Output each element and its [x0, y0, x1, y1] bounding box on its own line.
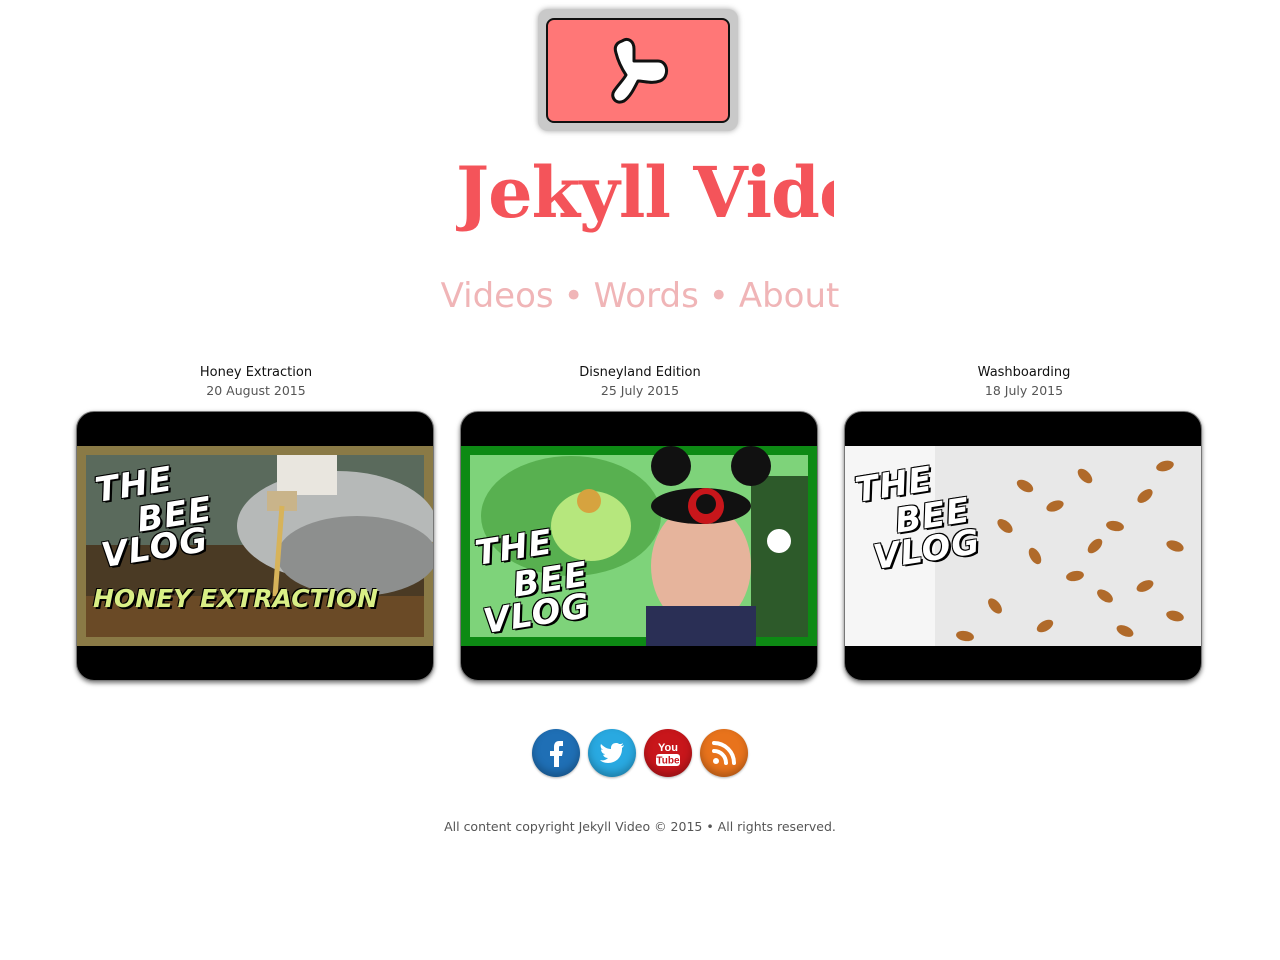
logo-mark-icon [611, 37, 668, 103]
svg-text:Tube: Tube [656, 756, 680, 767]
facebook-icon[interactable] [532, 729, 580, 777]
nav-separator: • [708, 276, 729, 316]
video-card-honey-extraction: Honey Extraction 20 August 2015 THE BEE … [76, 364, 436, 684]
video-thumbnail[interactable]: THE BEE VLOG HONEY EXTRACTION [76, 411, 434, 681]
video-card-disneyland-edition: Disneyland Edition 25 July 2015 THE BEE … [460, 364, 820, 684]
site-title[interactable]: Jekyll Video [456, 148, 834, 238]
video-date: 18 July 2015 [984, 383, 1064, 398]
video-date: 20 August 2015 [206, 383, 306, 398]
nav-about[interactable]: About [739, 276, 840, 316]
nav-videos[interactable]: Videos [441, 276, 554, 316]
site-logo[interactable] [538, 9, 738, 131]
svg-text:You: You [658, 742, 678, 754]
footer-copyright: All content copyright Jekyll Video © 201… [444, 819, 836, 834]
video-card-washboarding: Washboarding 18 July 2015 THE BEE VLOG [844, 364, 1204, 684]
nav-separator: • [563, 276, 584, 316]
video-title[interactable]: Honey Extraction [76, 364, 436, 382]
logo-badge [546, 18, 730, 123]
twitter-icon[interactable] [588, 729, 636, 777]
video-title[interactable]: Disneyland Edition [460, 364, 820, 382]
rss-icon[interactable] [700, 729, 748, 777]
video-date: 25 July 2015 [600, 383, 680, 398]
main-nav: Videos • Words • About [0, 276, 1280, 316]
social-links: You Tube [0, 729, 1280, 777]
video-thumbnail[interactable]: THE BEE VLOG [844, 411, 1202, 681]
youtube-icon[interactable]: You Tube [644, 729, 692, 777]
video-thumbnail[interactable]: THE BEE VLOG [460, 411, 818, 681]
nav-words[interactable]: Words [594, 276, 699, 316]
video-title[interactable]: Washboarding [844, 364, 1204, 382]
thumbnail-subtitle: HONEY EXTRACTION [93, 584, 379, 613]
